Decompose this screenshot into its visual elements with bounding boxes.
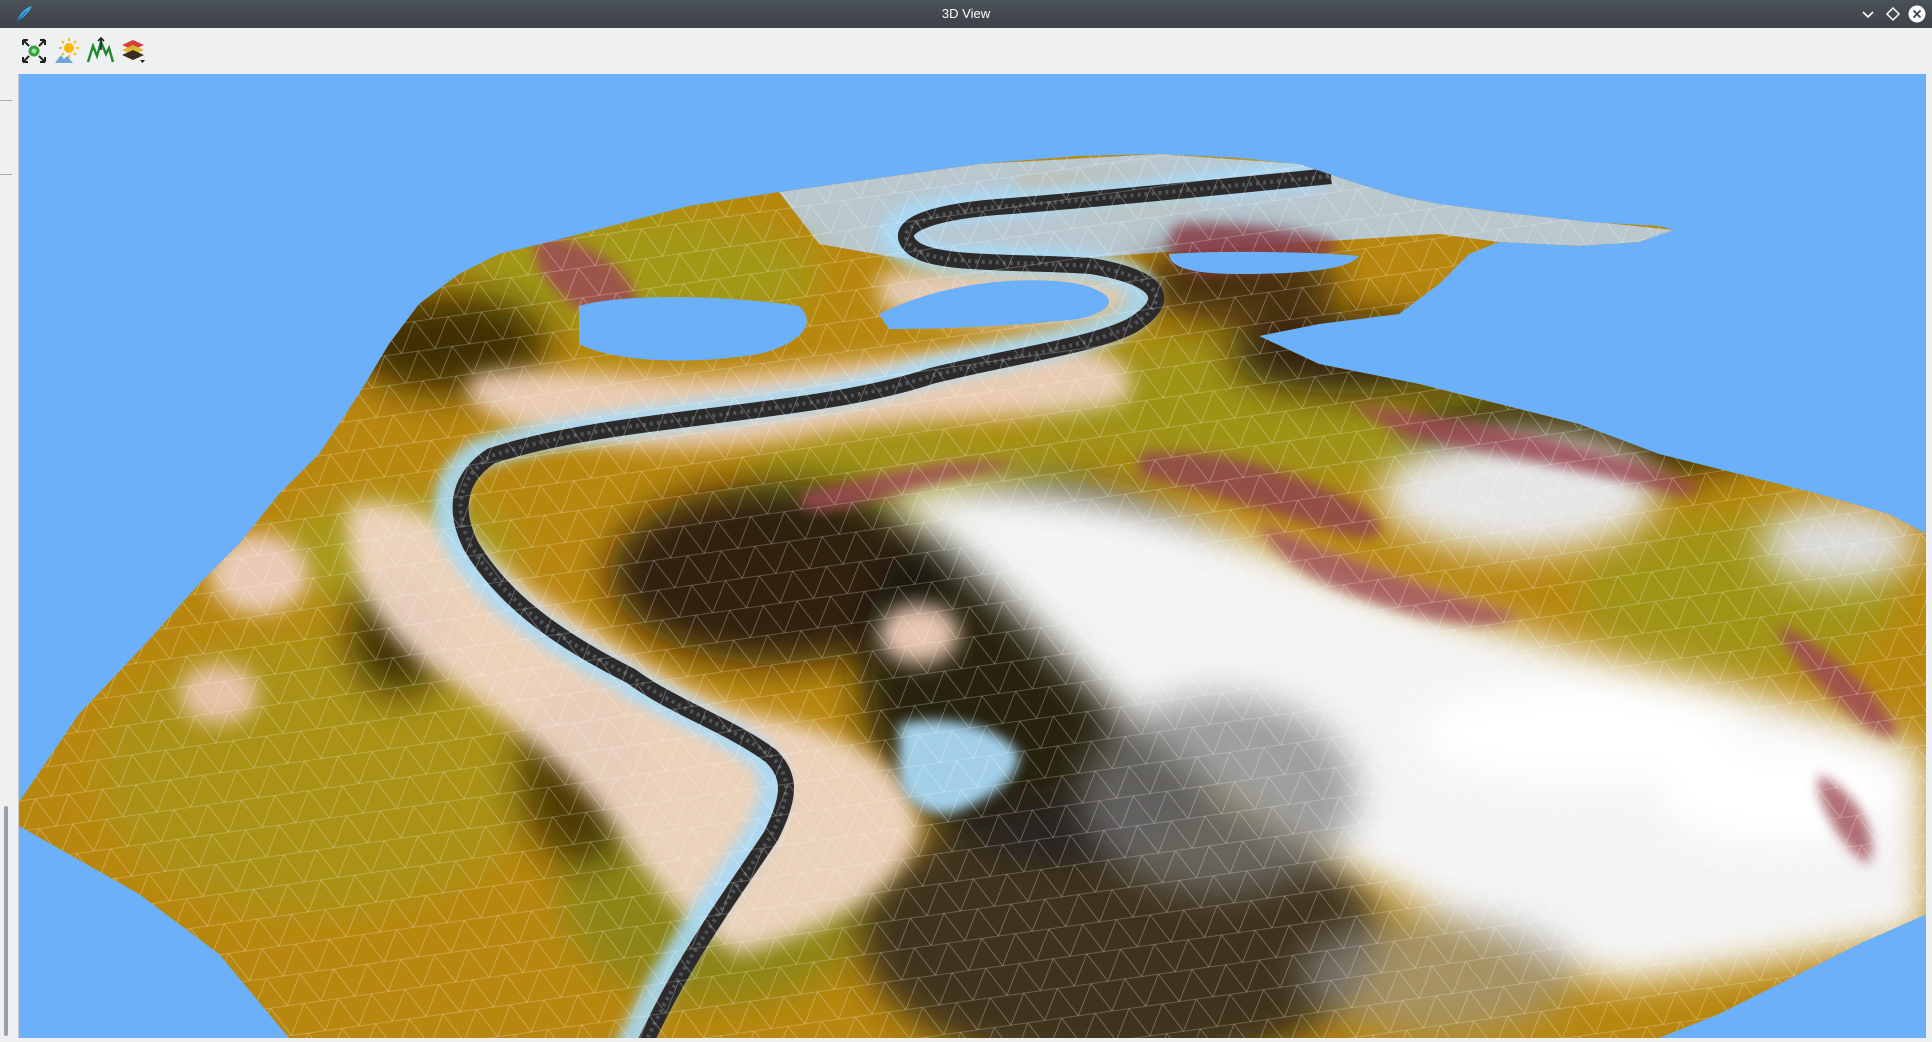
scrollbar[interactable]: [4, 806, 8, 1036]
vertical-scale-icon: [86, 36, 115, 63]
layers-icon: [122, 40, 145, 63]
terrain-scene: [19, 154, 1926, 1038]
window-titlebar: 3D View: [0, 0, 1932, 28]
window-title: 3D View: [941, 6, 991, 21]
lighting-button[interactable]: [52, 36, 82, 66]
toolbar: [0, 28, 1932, 74]
layers-button[interactable]: [118, 36, 148, 66]
left-panel-edge: [0, 74, 18, 1042]
vertical-scale-button[interactable]: [85, 36, 115, 66]
lighting-icon: [55, 38, 79, 63]
divider: [0, 174, 12, 175]
camera-center-button[interactable]: [19, 36, 49, 66]
close-icon[interactable]: [1907, 4, 1927, 24]
minimize-icon[interactable]: [1858, 4, 1878, 24]
3d-viewport[interactable]: [18, 74, 1926, 1038]
divider: [0, 100, 12, 101]
camera-center-icon: [22, 39, 46, 63]
terrain-surface: [19, 154, 1926, 1038]
maximize-icon[interactable]: [1883, 4, 1903, 24]
window-border: [1926, 74, 1932, 1042]
